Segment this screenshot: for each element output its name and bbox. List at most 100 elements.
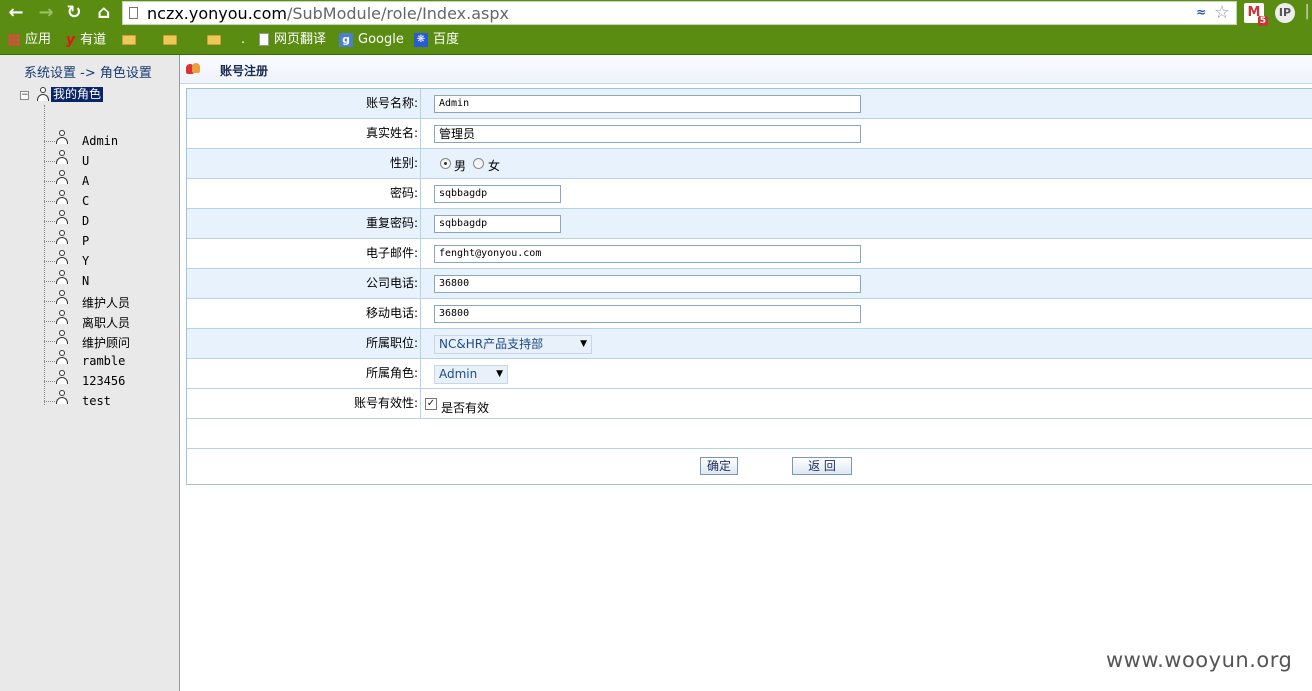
person-icon [56, 250, 68, 264]
mobile-input[interactable]: 36800 [434, 305, 861, 323]
reload-icon[interactable]: ↻ [64, 2, 84, 24]
tree-item[interactable]: 离职人员 [44, 310, 174, 331]
url-path: /SubModule/role/Index.aspx [286, 4, 509, 23]
tree-guide-line [44, 401, 55, 402]
tree-item[interactable]: D [44, 210, 174, 231]
gender-male-label: 男 [454, 159, 467, 173]
gender-label: 性别: [187, 149, 421, 178]
back-arrow-icon[interactable]: ← [6, 2, 26, 24]
person-icon [56, 330, 68, 344]
bookmark-folder-3[interactable] [207, 31, 226, 49]
bookmark-youdao[interactable]: y 有道 [66, 31, 106, 49]
url-text[interactable]: nczx.yonyou.com/SubModule/role/Index.asp… [147, 2, 509, 25]
breadcrumb: 系统设置 -> 角色设置 [24, 66, 152, 81]
role-select[interactable]: Admin ▼ [434, 365, 508, 384]
bookmark-folder-1[interactable] [122, 31, 141, 49]
browser-toolbar: ← → ↻ ⌂ nczx.yonyou.com/SubModule/role/I… [0, 0, 1312, 26]
users-icon [186, 63, 202, 75]
back-button[interactable]: 返 回 [792, 457, 852, 475]
validity-label: 账号有效性: [187, 389, 421, 418]
tree-item-label: U [82, 154, 90, 168]
tree-item[interactable]: Admin [44, 130, 174, 151]
position-select-value: NC&HR产品支持部 [439, 337, 544, 351]
tree-item[interactable]: P [44, 230, 174, 251]
password-label: 密码: [187, 179, 421, 208]
tree-item-label: P [82, 234, 90, 248]
dropdown-arrow-icon: ▼ [580, 339, 587, 349]
address-bar[interactable]: nczx.yonyou.com/SubModule/role/Index.asp… [122, 1, 1237, 25]
bookmark-folder-2[interactable] [163, 31, 182, 49]
bookmark-star-icon[interactable]: ☆ [1214, 2, 1230, 24]
person-icon [37, 87, 49, 101]
person-icon [56, 150, 68, 164]
tree-guide-line [44, 261, 55, 262]
row-role: 所属角色: Admin ▼ [187, 359, 1312, 389]
ip-extension-icon[interactable]: IP [1275, 3, 1295, 23]
confirm-button[interactable]: 确定 [700, 457, 738, 475]
tree-item[interactable]: 123456 [44, 370, 174, 391]
tree-item-label: Y [82, 254, 90, 268]
tree-item[interactable]: 维护人员 [44, 290, 174, 311]
dropdown-arrow-icon: ▼ [496, 369, 503, 379]
tree-item[interactable]: A [44, 170, 174, 191]
tree-guide-line [44, 161, 55, 162]
gender-female-radio[interactable] [473, 158, 484, 169]
collapse-icon[interactable]: − [20, 91, 29, 100]
gender-female-label: 女 [488, 159, 501, 173]
person-icon [56, 190, 68, 204]
tree-item-label: 离职人员 [82, 316, 131, 330]
repeat-password-input[interactable]: sqbbagdp [434, 215, 561, 233]
account-name-input[interactable]: Admin [434, 95, 861, 113]
tree-guide-line [44, 341, 55, 342]
bookmark-google[interactable]: g Google [339, 31, 404, 49]
real-name-input[interactable]: 管理员 [434, 125, 861, 143]
translate-icon[interactable]: ≈ [1196, 5, 1206, 19]
tree-item-label: A [82, 174, 90, 188]
tree-item[interactable]: test [44, 390, 174, 411]
bookmarks-bar: 应用 y 有道 . 网页翻译 g Google ❋ 百度 [0, 26, 1312, 55]
apps-grid-icon [8, 33, 20, 46]
bookmark-dot[interactable]: . [241, 31, 245, 49]
validity-checkbox[interactable]: ✓ [425, 398, 437, 410]
gmail-extension-icon[interactable]: M5 [1244, 3, 1268, 26]
person-icon [56, 170, 68, 184]
position-select[interactable]: NC&HR产品支持部 ▼ [434, 335, 592, 354]
page-header: 账号注册 [180, 55, 1312, 84]
password-input[interactable]: sqbbagdp [434, 185, 561, 203]
row-repeat-password: 重复密码: sqbbagdp [187, 209, 1312, 239]
person-icon [56, 370, 68, 384]
forward-arrow-icon[interactable]: → [36, 2, 56, 24]
folder-icon [163, 34, 177, 45]
email-input[interactable]: fenght@yonyou.com [434, 245, 861, 263]
tree-item[interactable]: 维护顾问 [44, 330, 174, 351]
repeat-password-label: 重复密码: [187, 209, 421, 238]
extension-overflow-icon[interactable]: │ [1302, 3, 1312, 23]
bookmark-translate[interactable]: 网页翻译 [259, 31, 326, 49]
bookmark-google-label: Google [358, 32, 404, 47]
real-name-label: 真实姓名: [187, 119, 421, 148]
document-icon [259, 33, 269, 46]
row-buttons: 确定 返 回 [187, 449, 1312, 484]
position-label: 所属职位: [187, 329, 421, 358]
tree-guide-line [44, 301, 55, 302]
main-content: 账号注册 账号名称: Admin 真实姓名: 管理员 性别: 男 女 密码: s… [180, 55, 1312, 691]
tree-item[interactable]: C [44, 190, 174, 211]
office-phone-input[interactable]: 36800 [434, 275, 861, 293]
bookmark-apps[interactable]: 应用 [8, 31, 51, 49]
gender-male-radio[interactable] [440, 158, 451, 169]
gmail-unread-badge: 5 [1257, 16, 1268, 26]
tree-item[interactable]: N [44, 270, 174, 291]
row-spacer [187, 419, 1312, 449]
row-position: 所属职位: NC&HR产品支持部 ▼ [187, 329, 1312, 359]
row-mobile: 移动电话: 36800 [187, 299, 1312, 329]
tree-item-label: Admin [82, 134, 119, 148]
tree-item[interactable]: Y [44, 250, 174, 271]
person-icon [56, 230, 68, 244]
tree-item[interactable]: U [44, 150, 174, 171]
tree-root-label[interactable]: 我的角色 [51, 87, 104, 102]
home-icon[interactable]: ⌂ [94, 2, 114, 24]
bookmark-baidu[interactable]: ❋ 百度 [414, 31, 459, 49]
person-icon [56, 130, 68, 144]
tree-item[interactable]: ramble [44, 350, 174, 371]
watermark: www.wooyun.org [1106, 648, 1293, 672]
